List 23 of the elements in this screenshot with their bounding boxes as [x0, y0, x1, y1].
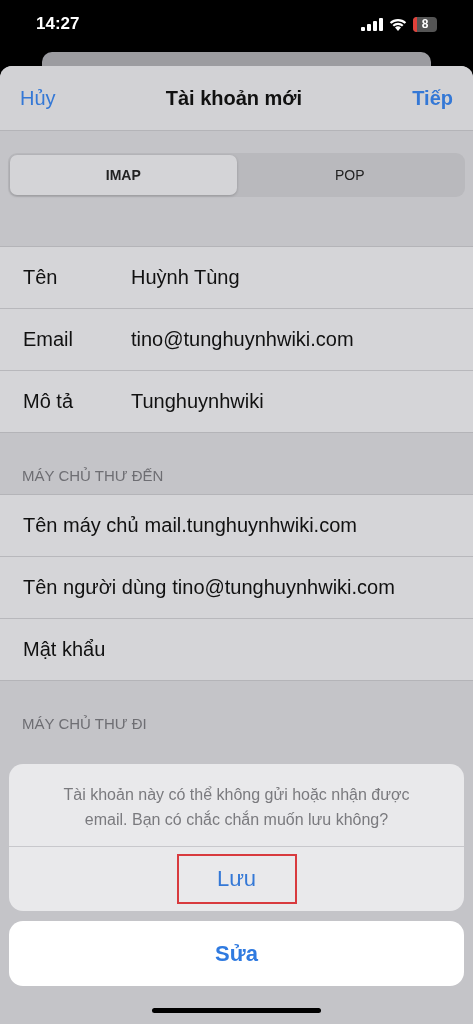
field-label: Mật khẩu — [23, 638, 107, 661]
screen-title: Tài khoản mới — [165, 86, 303, 110]
segment-tab[interactable]: POP — [236, 155, 463, 195]
field-label: Tên máy chủ — [23, 514, 139, 537]
field-label: Tên người dùng — [23, 576, 167, 599]
status-time: 14:27 — [36, 14, 80, 34]
field-label: Mô tả — [23, 390, 75, 413]
segment-tab[interactable]: IMAP — [10, 155, 237, 195]
section-header: MÁY CHỦ THƯ ĐẾN — [21, 466, 165, 486]
field-value[interactable]: mail.tunghuynhwiki.com — [144, 514, 357, 537]
field-label: Tên — [23, 266, 59, 289]
field-value[interactable]: tino@tunghuynhwiki.com — [131, 328, 354, 351]
save-button[interactable]: Lưu — [176, 854, 297, 904]
field-value[interactable]: tino@tunghuynhwiki.com — [172, 576, 395, 599]
wifi-icon — [389, 17, 407, 31]
edit-button[interactable]: Sửa — [9, 921, 464, 986]
section-header: MÁY CHỦ THƯ ĐI — [21, 714, 148, 734]
field-value[interactable]: Huỳnh Tùng — [131, 266, 240, 289]
signal-icon — [361, 17, 383, 31]
field-label: Email — [23, 328, 74, 351]
field-value[interactable]: Tunghuynhwiki — [131, 390, 264, 413]
battery-indicator: 8 — [413, 16, 437, 32]
alert-message: Tài khoản này có thể không gửi hoặc nhận được email. Bạn có chắc chắn muốn lưu không? — [9, 764, 464, 847]
